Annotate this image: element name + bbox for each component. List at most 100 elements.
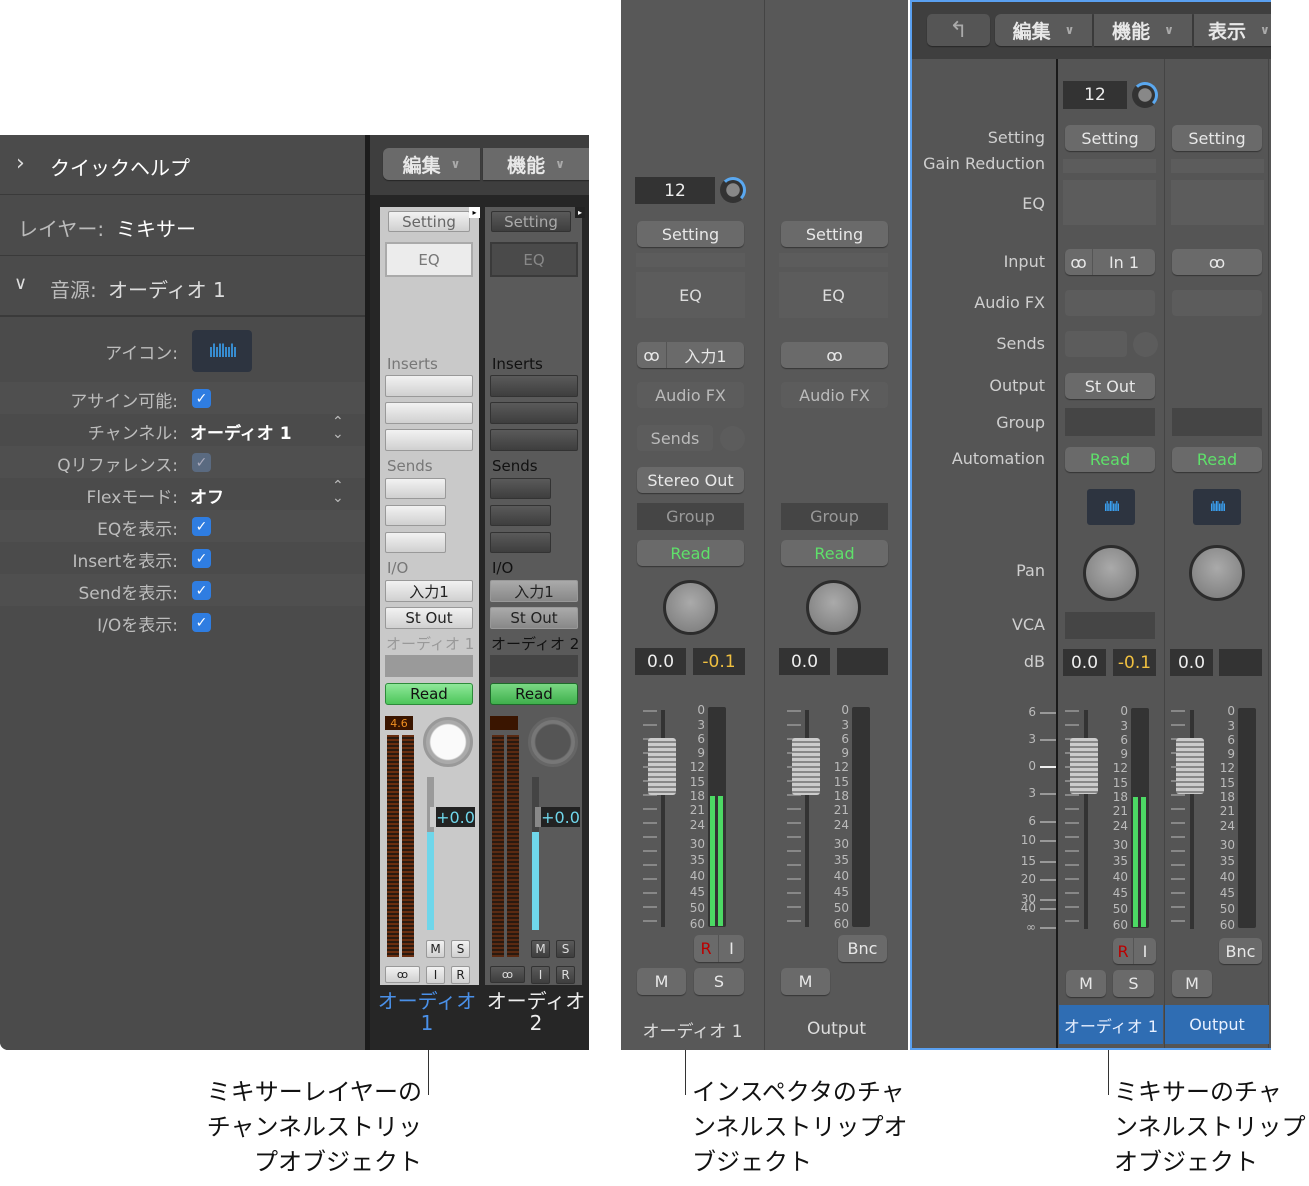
automation-read-button[interactable]: Read	[490, 683, 578, 705]
quick-help-header[interactable]: › クイックヘルプ	[0, 135, 365, 195]
stereo-link-icon[interactable]: ꝏ	[1172, 249, 1262, 275]
insert-slot[interactable]	[490, 429, 578, 451]
output-button[interactable]: St Out	[385, 607, 473, 629]
strip-name[interactable]: オーディオ 1	[621, 1015, 764, 1043]
automation-read-button[interactable]: Read	[1172, 447, 1262, 472]
channel-strip-audio-1[interactable]: Setting ▸ EQ Inserts Sends I/O 入力1 St Ou…	[380, 207, 480, 985]
mute-button[interactable]: M	[531, 940, 550, 958]
strip-name-audio-1[interactable]: オーディオ 1	[373, 990, 481, 1034]
input-gain-field[interactable]: 12	[635, 177, 715, 204]
volume-fader-cap[interactable]	[792, 738, 820, 795]
plugin-window-icon[interactable]: ▸	[575, 207, 585, 218]
insert-slot[interactable]	[385, 402, 473, 424]
setting-button[interactable]: Setting	[781, 221, 888, 247]
input-monitor-button[interactable]: I	[1134, 938, 1156, 964]
eq-display[interactable]: EQ	[779, 272, 888, 318]
input-button[interactable]: ꝏ In 1	[1065, 249, 1155, 275]
insert-slot[interactable]	[385, 429, 473, 451]
output-button[interactable]: St Out	[1065, 373, 1155, 399]
mute-button[interactable]: M	[426, 940, 445, 958]
bounce-button[interactable]: Bnc	[1219, 938, 1262, 964]
volume-value[interactable]: +0.0	[535, 807, 580, 827]
input-button[interactable]: 入力1	[490, 580, 578, 602]
pan-knob[interactable]	[423, 717, 473, 767]
plugin-window-icon[interactable]: ▸	[469, 207, 480, 218]
setting-button[interactable]: Setting	[1065, 125, 1155, 151]
gain-knob[interactable]	[720, 177, 746, 203]
insert-slot[interactable]	[490, 375, 578, 397]
automation-read-button[interactable]: Read	[637, 540, 744, 566]
solo-button[interactable]: S	[556, 940, 575, 958]
setting-button[interactable]: Setting	[637, 221, 744, 247]
volume-value[interactable]: 0.0	[635, 648, 686, 675]
volume-value[interactable]: 0.0	[1063, 649, 1106, 676]
vca-slot[interactable]	[1065, 612, 1155, 639]
bounce-button[interactable]: Bnc	[838, 935, 887, 962]
waveform-icon[interactable]: ılıllıılı	[1193, 489, 1241, 525]
setting-button[interactable]: Setting	[388, 211, 470, 232]
edit-menu[interactable]: 編集 ∨	[995, 14, 1092, 46]
send-slot[interactable]	[490, 478, 551, 499]
record-button[interactable]: R	[451, 966, 470, 984]
eq-display[interactable]	[1171, 180, 1264, 225]
group-slot[interactable]	[1172, 408, 1262, 436]
send-slot[interactable]	[385, 478, 446, 499]
send-slot[interactable]	[490, 505, 551, 526]
record-button[interactable]: R	[694, 935, 719, 962]
mute-button[interactable]: M	[781, 968, 830, 995]
eq-display[interactable]	[1063, 180, 1156, 225]
automation-read-button[interactable]: Read	[781, 540, 888, 566]
volume-value[interactable]: 0.0	[1170, 649, 1213, 676]
group-slot[interactable]: Group	[637, 503, 744, 530]
eq-display[interactable]: EQ	[385, 242, 473, 277]
insert-slot[interactable]	[385, 375, 473, 397]
audio-fx-slot[interactable]: Audio FX	[781, 382, 888, 408]
volume-value[interactable]: +0.0	[430, 807, 475, 827]
assignable-checkbox[interactable]: ✓	[192, 389, 211, 408]
record-button[interactable]: R	[1113, 938, 1134, 964]
insert-slot[interactable]	[490, 402, 578, 424]
stepper-icon[interactable]: ⌃ ⌄	[332, 479, 344, 505]
send-slot[interactable]	[490, 532, 551, 553]
stepper-icon[interactable]: ⌃ ⌄	[332, 415, 344, 441]
stereo-link-icon[interactable]: ꝏ	[637, 342, 667, 368]
q-reference-checkbox[interactable]: ✓	[192, 453, 211, 472]
audio-fx-slot[interactable]	[1172, 290, 1262, 316]
solo-button[interactable]: S	[451, 940, 470, 958]
input-monitor-button[interactable]: I	[531, 966, 550, 984]
flex-mode-select[interactable]: オフ	[190, 483, 224, 508]
output-button[interactable]: St Out	[490, 607, 578, 629]
stereo-link-icon[interactable]: ꝏ	[490, 966, 525, 983]
audio-fx-slot[interactable]: Audio FX	[637, 382, 744, 408]
function-menu[interactable]: 機能 ∨	[483, 148, 589, 180]
group-slot[interactable]: Group	[781, 503, 888, 530]
send-slot[interactable]: Sends	[637, 425, 713, 451]
show-send-checkbox[interactable]: ✓	[192, 581, 211, 600]
channel-strip-audio-2[interactable]: Setting ▸ EQ Inserts Sends I/O 入力1 St Ou…	[485, 207, 585, 985]
automation-read-button[interactable]: Read	[1065, 447, 1155, 472]
input-button[interactable]: ꝏ 入力1	[637, 342, 744, 368]
send-slot[interactable]	[385, 532, 446, 553]
volume-value[interactable]: 0.0	[779, 648, 830, 675]
waveform-icon[interactable]: ılıllıılı	[1087, 489, 1135, 525]
function-menu[interactable]: 機能 ∨	[1094, 14, 1192, 46]
strip-name[interactable]: Output	[1165, 1005, 1269, 1044]
audio-fx-slot[interactable]	[1065, 290, 1155, 316]
waveform-icon[interactable]: ılıllıılı	[192, 330, 252, 372]
edit-menu[interactable]: 編集 ∨	[383, 148, 480, 180]
view-menu[interactable]: 表示 ∨	[1194, 14, 1271, 46]
pan-knob[interactable]	[1189, 545, 1245, 601]
input-monitor-button[interactable]: I	[426, 966, 445, 984]
input-gain-field[interactable]: 12	[1063, 81, 1127, 109]
name-field[interactable]	[385, 655, 473, 677]
strip-name-audio-2[interactable]: オーディオ 2	[483, 990, 589, 1034]
source-header[interactable]: ∨ 音源: オーディオ 1	[0, 257, 365, 317]
channel-select[interactable]: オーディオ 1	[190, 419, 292, 444]
volume-fader-cap[interactable]	[1070, 738, 1098, 794]
mute-button[interactable]: M	[637, 968, 686, 995]
mute-button[interactable]: M	[1066, 970, 1106, 997]
stereo-link-icon[interactable]: ꝏ	[1065, 249, 1093, 275]
group-slot[interactable]	[1065, 408, 1155, 436]
send-slot[interactable]	[1065, 331, 1127, 357]
show-eq-checkbox[interactable]: ✓	[192, 517, 211, 536]
